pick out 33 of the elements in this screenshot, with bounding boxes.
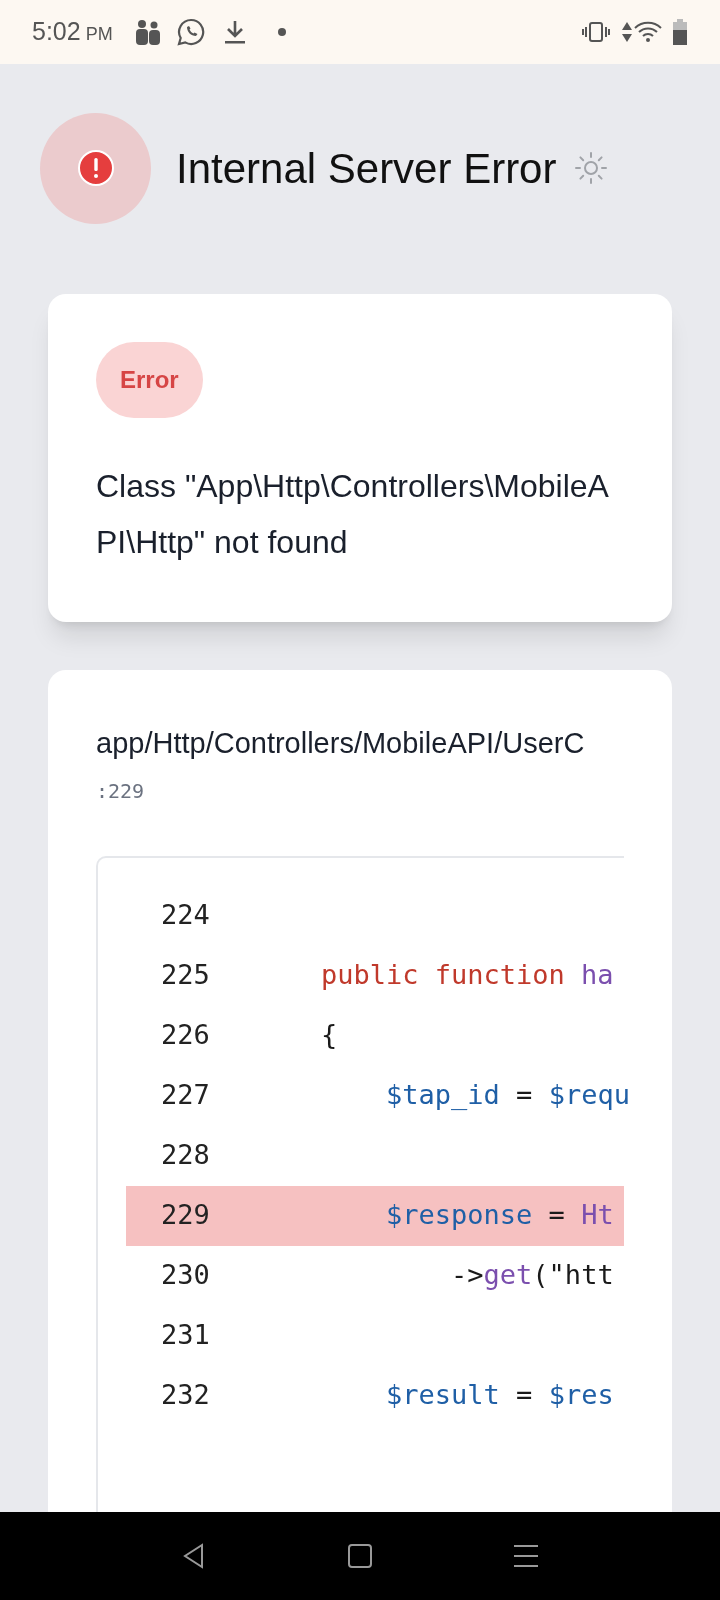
line-number: 226 <box>160 1018 211 1053</box>
line-number: 231 <box>160 1318 211 1353</box>
status-ampm: PM <box>85 23 113 46</box>
vibrate-icon <box>582 21 610 43</box>
wifi-icon <box>634 21 662 43</box>
code-line: $response = Ht <box>385 1198 614 1233</box>
line-number: 229 <box>160 1198 211 1233</box>
line-number: 225 <box>160 958 211 993</box>
line-number: 224 <box>160 898 211 933</box>
line-number: 232 <box>160 1378 211 1413</box>
page-title: Internal Server Error <box>176 143 557 194</box>
error-badge: Error <box>96 342 203 418</box>
menu-icon[interactable] <box>512 1543 541 1569</box>
people-icon <box>134 19 161 45</box>
data-arrows-icon <box>622 21 632 43</box>
code-line: $result = $res <box>385 1378 614 1413</box>
file-path: app/Http/Controllers/MobileAPI/UserC <box>96 726 586 761</box>
home-icon[interactable] <box>347 1543 373 1569</box>
error-icon <box>76 149 115 187</box>
line-number: 227 <box>160 1078 211 1113</box>
download-icon <box>222 19 247 45</box>
error-message: Class "App\Http\Controllers\MobileAPI\Http" not found <box>96 467 610 562</box>
code-line: ->get("htt <box>450 1258 614 1293</box>
code-line: public function ha <box>320 958 614 993</box>
line-reference: :229 <box>96 777 146 805</box>
chat-icon <box>176 18 205 46</box>
status-time: 5:02 <box>32 16 81 48</box>
code-line: $tap_id = $requ <box>385 1078 630 1113</box>
battery-icon <box>672 19 688 45</box>
code-line: { <box>320 1018 338 1053</box>
line-number: 228 <box>160 1138 211 1173</box>
line-number: 230 <box>160 1258 211 1293</box>
dot-icon <box>276 27 287 37</box>
